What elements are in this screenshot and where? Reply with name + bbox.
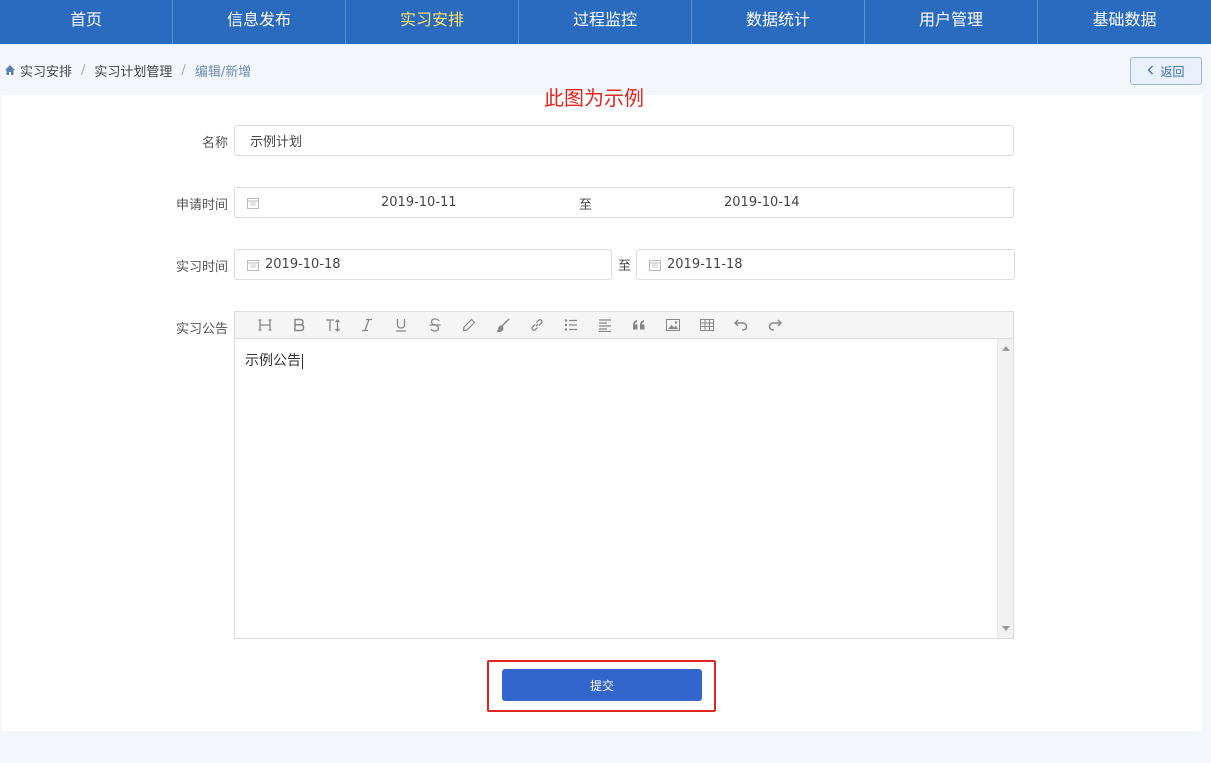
calendar-icon <box>247 259 259 271</box>
chevron-left-icon <box>1147 64 1154 78</box>
calendar-icon <box>247 197 259 209</box>
example-note: 此图为示例 <box>544 86 644 110</box>
brush-icon[interactable] <box>486 315 520 335</box>
name-label: 名称 <box>201 136 228 151</box>
nav-home[interactable]: 首页 <box>0 0 173 44</box>
nav-data-statistics[interactable]: 数据统计 <box>692 0 865 44</box>
breadcrumb-item-plan-management[interactable]: 实习计划管理 <box>94 61 172 80</box>
heading-icon[interactable] <box>248 315 282 335</box>
table-icon[interactable] <box>690 315 724 335</box>
notice-content: 示例公告 <box>245 353 301 369</box>
intern-time-label: 实习时间 <box>175 260 228 275</box>
nav-user-management[interactable]: 用户管理 <box>865 0 1038 44</box>
redo-icon[interactable] <box>758 315 792 335</box>
scroll-down-arrow-icon[interactable] <box>1002 626 1010 631</box>
undo-icon[interactable] <box>724 315 758 335</box>
breadcrumb-separator: / <box>181 62 186 78</box>
back-button-label: 返回 <box>1160 64 1185 79</box>
quote-icon[interactable] <box>622 315 656 335</box>
apply-range-separator: 至 <box>579 198 593 213</box>
apply-end-date[interactable]: 2019-10-14 <box>724 195 800 210</box>
apply-time-range-picker[interactable]: 2019-10-11 至 2019-10-14 <box>234 187 1014 218</box>
name-input[interactable]: 示例计划 <box>234 125 1014 156</box>
intern-end-date: 2019-11-18 <box>667 257 743 272</box>
align-icon[interactable] <box>588 315 622 335</box>
strikethrough-icon[interactable] <box>418 315 452 335</box>
nav-internship-arrangement[interactable]: 实习安排 <box>346 0 519 44</box>
intern-range-separator: 至 <box>618 259 632 274</box>
editor-toolbar <box>235 312 1013 339</box>
breadcrumb-item-internship[interactable]: 实习安排 <box>20 61 72 80</box>
scroll-up-arrow-icon[interactable] <box>1002 346 1010 351</box>
home-icon <box>4 64 16 76</box>
apply-start-date[interactable]: 2019-10-11 <box>381 195 457 210</box>
list-icon[interactable] <box>554 315 588 335</box>
calendar-icon <box>649 259 661 271</box>
nav-info-publish[interactable]: 信息发布 <box>173 0 346 44</box>
nav-basic-data[interactable]: 基础数据 <box>1038 0 1211 44</box>
name-input-value: 示例计划 <box>250 135 303 150</box>
bold-icon[interactable] <box>282 315 316 335</box>
breadcrumb-item-edit-add: 编辑/新增 <box>194 64 252 80</box>
italic-icon[interactable] <box>350 315 384 335</box>
link-icon[interactable] <box>520 315 554 335</box>
editor-content-area[interactable]: 示例公告 <box>235 339 997 638</box>
editor-scrollbar[interactable] <box>997 339 1013 638</box>
submit-button[interactable]: 提交 <box>502 669 702 701</box>
breadcrumb-separator: / <box>81 62 86 78</box>
intern-start-date: 2019-10-18 <box>265 257 341 272</box>
nav-process-monitor[interactable]: 过程监控 <box>519 0 692 44</box>
text-size-icon[interactable] <box>316 315 350 335</box>
image-icon[interactable] <box>656 315 690 335</box>
text-cursor <box>302 353 303 369</box>
apply-time-label: 申请时间 <box>175 198 228 213</box>
highlight-icon[interactable] <box>452 315 486 335</box>
underline-icon[interactable] <box>384 315 418 335</box>
back-button[interactable]: 返回 <box>1130 57 1202 85</box>
rich-text-editor: 示例公告 <box>234 311 1014 639</box>
top-nav: 首页 信息发布 实习安排 过程监控 数据统计 用户管理 基础数据 <box>0 0 1211 44</box>
notice-label: 实习公告 <box>175 322 228 337</box>
intern-end-date-input[interactable]: 2019-11-18 <box>636 249 1015 280</box>
intern-start-date-input[interactable]: 2019-10-18 <box>234 249 612 280</box>
breadcrumb: 实习安排 / 实习计划管理 / 编辑/新增 <box>4 61 252 80</box>
